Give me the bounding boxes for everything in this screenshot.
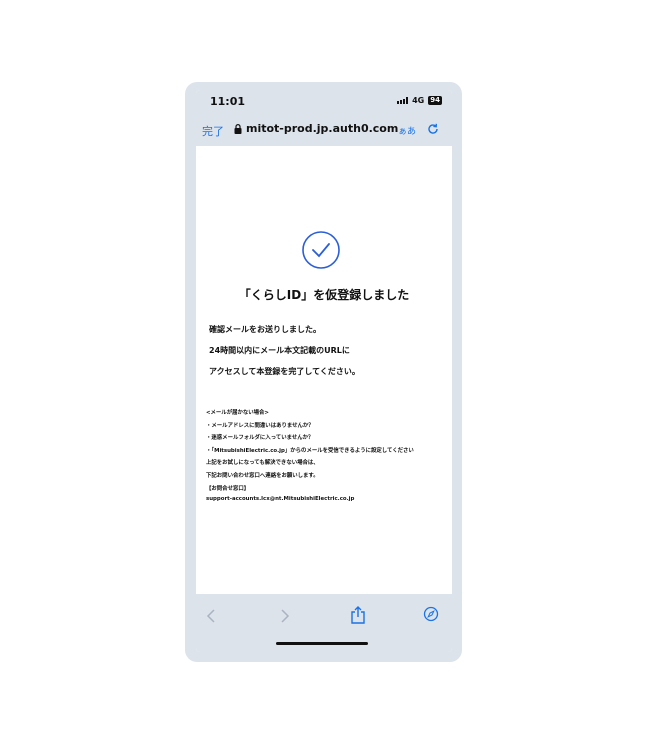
message-line: アクセスして本登録を完了してください。 xyxy=(209,367,360,376)
web-content: 「くらしID」を仮登録しました 確認メールをお送りしました。 24時間以内にメー… xyxy=(196,146,452,594)
note-line: ・「MitsubishiElectric.co.jp」からのメールを受信できるよ… xyxy=(206,447,414,454)
compass-icon[interactable] xyxy=(423,606,439,622)
url-text: mitot-prod.jp.auth0.com xyxy=(246,122,399,135)
note-line: <メールが届かない場合> xyxy=(206,410,269,416)
page-title: 「くらしID」を仮登録しました xyxy=(238,288,410,302)
forward-icon[interactable] xyxy=(278,608,292,624)
back-icon[interactable] xyxy=(204,608,218,624)
address-field[interactable]: mitot-prod.jp.auth0.com xyxy=(234,122,398,135)
network-label: 4G xyxy=(412,96,425,105)
check-circle-icon xyxy=(302,231,340,269)
message-line: 24時間以内にメール本文記載のURLに xyxy=(209,346,350,355)
home-indicator xyxy=(276,642,368,645)
reload-icon[interactable] xyxy=(426,122,440,136)
message-line: 確認メールをお送りしました。 xyxy=(209,325,321,334)
help-notes: <メールが届かない場合> ・メールアドレスに間違いはありませんか？ ・迷惑メール… xyxy=(206,408,414,509)
note-line: 【お問合せ窓口】 xyxy=(206,485,250,492)
share-icon[interactable] xyxy=(350,605,366,625)
browser-url-bar: 完了 mitot-prod.jp.auth0.com ぁあ xyxy=(196,114,452,146)
status-time: 11:01 xyxy=(210,95,246,108)
text-size-button[interactable]: ぁあ xyxy=(398,124,416,137)
support-email[interactable]: support-accounts.lcx@nt.MitsubishiElectr… xyxy=(206,496,414,509)
confirmation-message: 確認メールをお送りしました。 24時間以内にメール本文記載のURLに アクセスし… xyxy=(209,324,360,387)
status-bar: 11:01 4G 94 xyxy=(196,90,452,114)
status-indicators: 4G 94 xyxy=(397,96,442,105)
signal-icon xyxy=(397,97,409,104)
lock-icon xyxy=(234,123,242,134)
note-line: ・迷惑メールフォルダに入っていませんか？ xyxy=(206,435,314,442)
phone-screen: 11:01 4G 94 完了 mitot-prod.jp.auth0.com ぁ… xyxy=(196,90,452,652)
note-line: 下記お問い合わせ窓口へ連絡をお願いします。 xyxy=(206,472,319,479)
note-line: ・メールアドレスに間違いはありませんか？ xyxy=(206,422,314,429)
done-button[interactable]: 完了 xyxy=(202,123,224,139)
browser-toolbar xyxy=(196,594,452,652)
battery-icon: 94 xyxy=(428,96,442,105)
note-line: 上記をお試しになっても解決できない場合は、 xyxy=(206,460,319,467)
